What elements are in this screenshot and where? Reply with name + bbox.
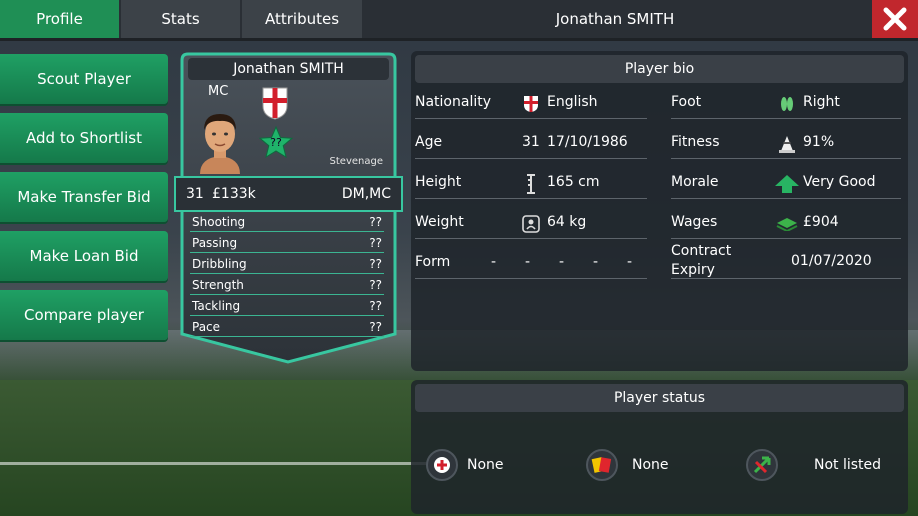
attribute-row: Pace??: [190, 317, 384, 337]
attribute-value: ??: [369, 298, 382, 313]
form-value: -: [559, 254, 565, 270]
close-icon: [883, 7, 907, 31]
card-summary-bar: 31 £133k DM,MC: [174, 176, 403, 212]
wages-value: £904: [803, 214, 839, 230]
attribute-name: Tackling: [192, 298, 241, 313]
attribute-name: Shooting: [192, 214, 246, 229]
make-transfer-bid-button[interactable]: Make Transfer Bid: [0, 172, 168, 222]
attribute-name: Pace: [192, 319, 221, 334]
height-icon: [521, 174, 541, 194]
player-bio-title: Player bio: [415, 55, 904, 83]
height-row: Height 165 cm: [415, 169, 647, 199]
form-value: -: [593, 254, 599, 270]
form-label: Form: [415, 254, 451, 270]
fitness-row: Fitness 91%: [671, 129, 901, 159]
attribute-name: Dribbling: [192, 256, 247, 271]
wages-label: Wages: [671, 214, 718, 230]
fitness-value: 91%: [803, 134, 835, 150]
money-icon: [775, 214, 799, 234]
age-row: Age 31 17/10/1986: [415, 129, 647, 159]
contract-row: Contract Expiry 01/07/2020: [671, 243, 901, 279]
attribute-name: Passing: [192, 235, 238, 250]
attribute-row: Dribbling??: [190, 254, 384, 274]
scout-player-button[interactable]: Scout Player: [0, 54, 168, 104]
card-positions: DM,MC: [341, 186, 391, 202]
player-status-panel: Player status None None Not listed: [411, 380, 908, 514]
page-title: Jonathan SMITH: [555, 10, 675, 28]
morale-label: Morale: [671, 174, 719, 190]
foot-label: Foot: [671, 94, 702, 110]
player-avatar: [200, 114, 240, 174]
tab-profile[interactable]: Profile: [0, 0, 119, 38]
age-value: 31: [522, 134, 540, 150]
tab-stats[interactable]: Stats: [121, 0, 240, 38]
card-rating: ??: [270, 136, 282, 149]
contract-label: Contract: [671, 243, 732, 259]
card-age: 31: [186, 186, 204, 202]
height-value: 165 cm: [547, 174, 600, 190]
fitness-label: Fitness: [671, 134, 720, 150]
nationality-value: English: [547, 94, 598, 110]
form-value: -: [491, 254, 497, 270]
top-divider: [0, 38, 918, 41]
england-flag-icon: [521, 94, 541, 114]
foot-value: Right: [803, 94, 840, 110]
attribute-row: Passing??: [190, 233, 384, 253]
wages-row: Wages £904: [671, 209, 901, 239]
compare-player-button[interactable]: Compare player: [0, 290, 168, 340]
transfer-status-value: Not listed: [814, 457, 882, 473]
attribute-value: ??: [369, 256, 382, 271]
weight-row: Weight 64 kg: [415, 209, 647, 239]
form-value: -: [525, 254, 531, 270]
weight-scale-icon: [521, 214, 541, 234]
attribute-value: ??: [369, 277, 382, 292]
morale-row: Morale Very Good: [671, 169, 901, 199]
contract-value: 01/07/2020: [791, 253, 872, 269]
form-row: Form - - - - -: [415, 249, 647, 279]
nationality-row: Nationality English: [415, 89, 647, 119]
player-bio-panel: Player bio Nationality English Age 31 17…: [411, 51, 908, 371]
contract-label-expiry: Expiry: [671, 262, 715, 278]
player-status-title: Player status: [415, 384, 904, 412]
morale-value: Very Good: [803, 174, 876, 190]
weight-value: 64 kg: [547, 214, 587, 230]
england-shield-icon: [262, 87, 288, 120]
dob-value: 17/10/1986: [547, 134, 628, 150]
cone-icon: [777, 134, 797, 154]
morale-up-arrow-icon: [773, 174, 801, 194]
attribute-row: Strength??: [190, 275, 384, 295]
foot-row: Foot Right: [671, 89, 901, 119]
injury-status-value: None: [467, 457, 504, 473]
transfer-status-icon: [746, 449, 778, 481]
cards-status-value: None: [632, 457, 669, 473]
close-button[interactable]: [872, 0, 918, 38]
card-position: MC: [208, 84, 229, 99]
cards-status-icon: [586, 449, 618, 481]
attribute-value: ??: [369, 235, 382, 250]
attribute-value: ??: [369, 214, 382, 229]
attribute-value: ??: [369, 319, 382, 334]
pitch-line: [0, 462, 430, 465]
nationality-label: Nationality: [415, 94, 492, 110]
card-value: £133k: [212, 186, 256, 202]
footprint-icon: [777, 94, 797, 114]
injury-status-icon: [426, 449, 458, 481]
card-player-name: Jonathan SMITH: [188, 58, 389, 80]
player-card[interactable]: Jonathan SMITH MC ?? Stevenage 31 £133k …: [174, 52, 403, 364]
attribute-row: Shooting??: [190, 212, 384, 232]
weight-label: Weight: [415, 214, 464, 230]
form-value: -: [627, 254, 633, 270]
card-club: Stevenage: [329, 156, 383, 167]
add-to-shortlist-button[interactable]: Add to Shortlist: [0, 113, 168, 163]
attribute-row: Tackling??: [190, 296, 384, 316]
age-label: Age: [415, 134, 443, 150]
height-label: Height: [415, 174, 462, 190]
attribute-name: Strength: [192, 277, 244, 292]
tab-attributes[interactable]: Attributes: [242, 0, 362, 38]
make-loan-bid-button[interactable]: Make Loan Bid: [0, 231, 168, 281]
